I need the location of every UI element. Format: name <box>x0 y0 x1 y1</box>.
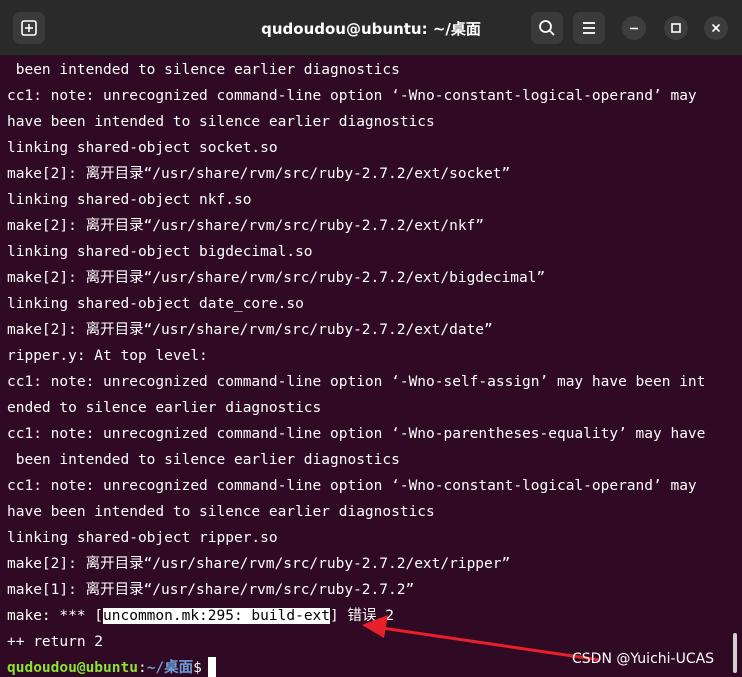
terminal-line: linking shared-object bigdecimal.so <box>7 244 313 260</box>
terminal-line: been intended to silence earlier diagnos… <box>7 62 400 78</box>
terminal-line: ripper.y: At top level: <box>7 348 208 364</box>
minimize-icon <box>630 27 638 30</box>
highlighted-error-target: uncommon.mk:295: build-ext <box>103 608 331 624</box>
terminal-line: make[2]: 离开目录“/usr/share/rvm/src/ruby-2.… <box>7 270 546 286</box>
terminal-line: linking shared-object date_core.so <box>7 296 304 312</box>
maximize-icon <box>671 23 681 33</box>
error-suffix: ] 错误 2 <box>330 608 394 624</box>
minimize-button[interactable] <box>622 16 646 40</box>
menu-icon <box>583 22 595 34</box>
terminal-line: linking shared-object ripper.so <box>7 530 278 546</box>
terminal-line: make[1]: 离开目录“/usr/share/rvm/src/ruby-2.… <box>7 582 415 598</box>
terminal-line: been intended to silence earlier diagnos… <box>7 452 400 468</box>
terminal-line: linking shared-object nkf.so <box>7 192 252 208</box>
watermark: CSDN @Yuichi-UCAS <box>572 651 715 667</box>
terminal-line: cc1: note: unrecognized command-line opt… <box>7 478 697 494</box>
prompt-user: qudoudou@ubuntu <box>7 660 138 676</box>
terminal-line: make[2]: 离开目录“/usr/share/rvm/src/ruby-2.… <box>7 322 493 338</box>
prompt-separator: : <box>137 660 147 676</box>
search-button[interactable] <box>531 12 563 44</box>
text-cursor <box>207 657 216 677</box>
close-button[interactable] <box>704 16 728 40</box>
prompt-path: ~/桌面 <box>146 660 194 676</box>
terminal-line: have been intended to silence earlier di… <box>7 114 435 130</box>
menu-button[interactable] <box>573 12 605 44</box>
scrollbar[interactable] <box>733 633 737 673</box>
title-bar: qudoudou@ubuntu: ~/桌面 <box>0 0 742 56</box>
error-line: make: *** [uncommon.mk:295: build-ext] 错… <box>7 603 737 629</box>
terminal-line: cc1: note: unrecognized command-line opt… <box>7 88 697 104</box>
terminal-line: make[2]: 离开目录“/usr/share/rvm/src/ruby-2.… <box>7 556 511 572</box>
terminal-line: cc1: note: unrecognized command-line opt… <box>7 426 706 442</box>
terminal-window: qudoudou@ubuntu: ~/桌面 been intended to s… <box>0 0 742 677</box>
terminal-line: make[2]: 离开目录“/usr/share/rvm/src/ruby-2.… <box>7 218 485 234</box>
close-icon <box>711 23 721 33</box>
prompt-symbol: $ <box>193 660 202 676</box>
terminal-line: have been intended to silence earlier di… <box>7 504 435 520</box>
terminal-output[interactable]: been intended to silence earlier diagnos… <box>7 57 737 677</box>
search-icon <box>539 20 555 36</box>
terminal-line: linking shared-object socket.so <box>7 140 278 156</box>
error-prefix: make: *** [ <box>7 608 104 624</box>
terminal-line: make[2]: 离开目录“/usr/share/rvm/src/ruby-2.… <box>7 166 511 182</box>
maximize-button[interactable] <box>664 16 688 40</box>
terminal-line: cc1: note: unrecognized command-line opt… <box>7 374 706 390</box>
terminal-line: ended to silence earlier diagnostics <box>7 400 322 416</box>
